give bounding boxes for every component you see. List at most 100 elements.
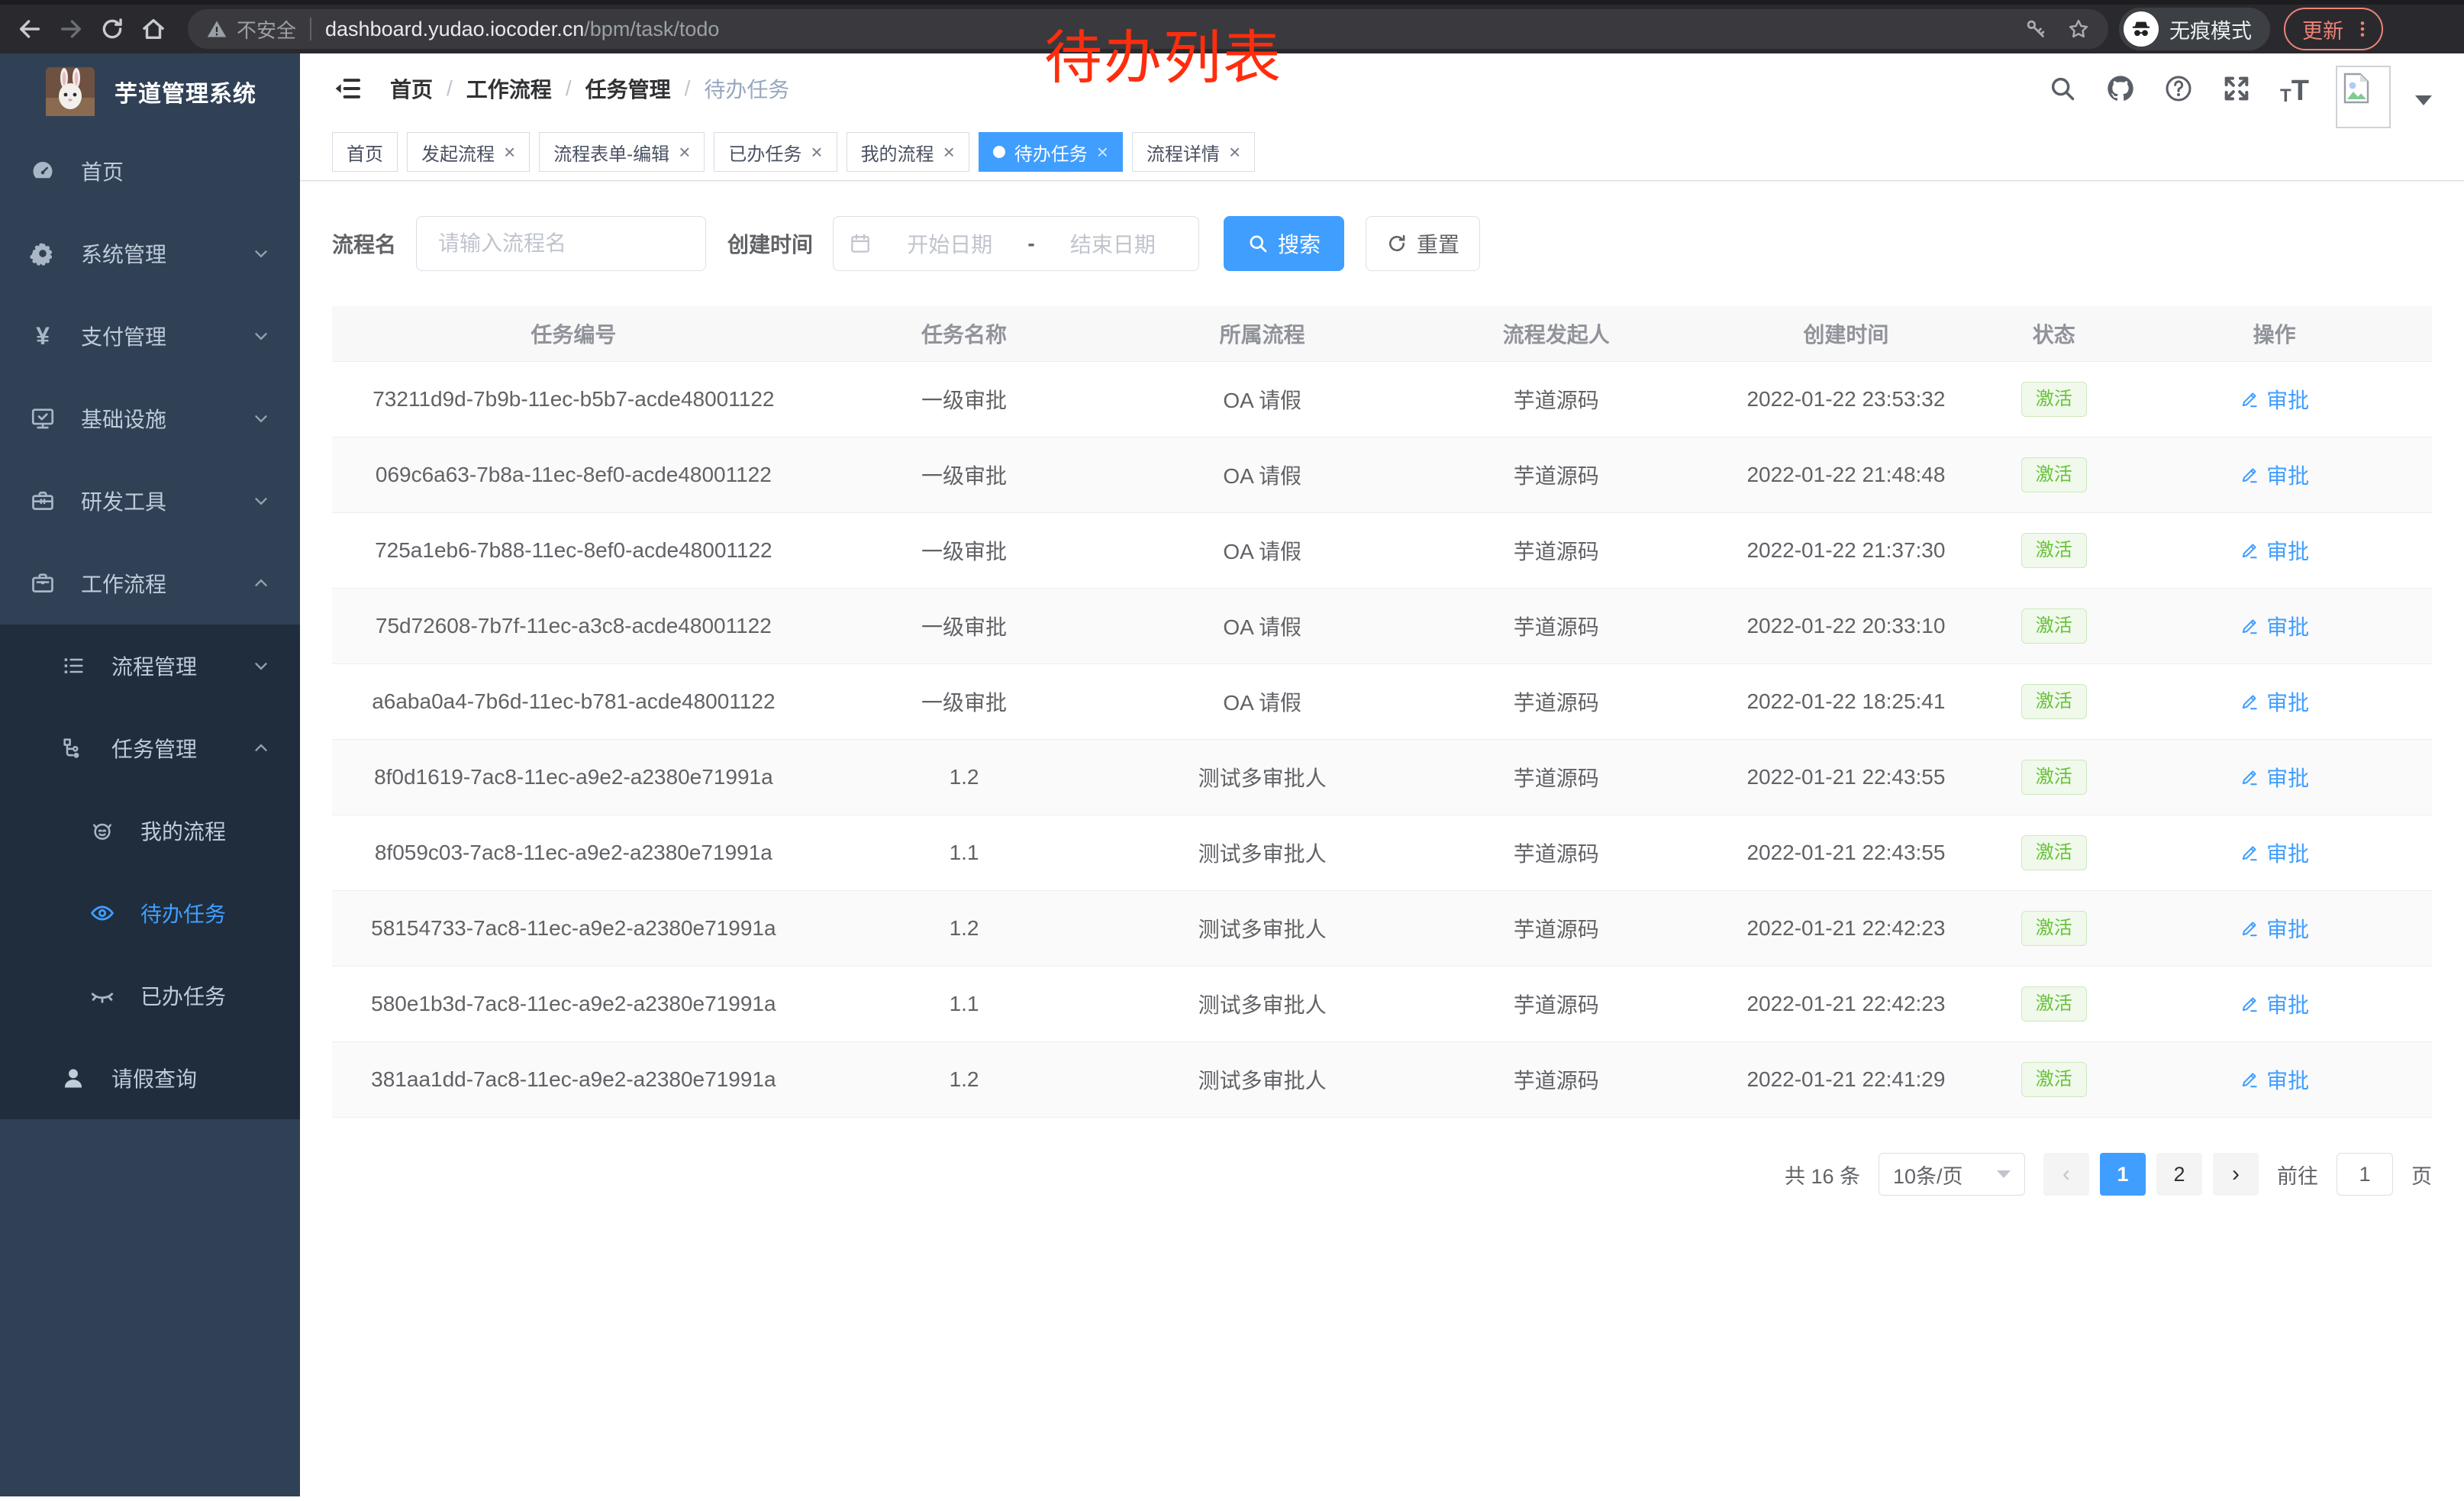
help-button[interactable]	[2162, 72, 2195, 105]
kebab-menu-icon[interactable]	[2353, 19, 2372, 39]
date-range-picker[interactable]: 开始日期 - 结束日期	[833, 216, 1199, 271]
column-header-created: 创建时间	[1701, 318, 1992, 349]
process-name-input[interactable]	[416, 216, 706, 271]
tab-start-process[interactable]: 发起流程	[407, 132, 530, 172]
refresh-icon	[1386, 233, 1408, 254]
process-cell: OA 请假	[1113, 460, 1411, 490]
security-warning-icon	[206, 18, 227, 40]
close-tab-icon[interactable]	[1097, 142, 1108, 162]
task-id-cell: 75d72608-7b7f-11ec-a3c8-acde48001122	[332, 614, 815, 638]
close-tab-icon[interactable]	[943, 142, 955, 162]
tab-done-tasks[interactable]: 已办任务	[714, 132, 837, 172]
task-id-cell: 8f059c03-7ac8-11ec-a9e2-a2380e71991a	[332, 841, 815, 865]
chevron-down-icon	[251, 408, 271, 428]
sidebar-item-dev-tools[interactable]: 研发工具	[0, 460, 300, 542]
process-cell: 测试多审批人	[1113, 762, 1411, 792]
breadcrumb-separator: /	[447, 76, 453, 101]
created-cell: 2022-01-22 18:25:41	[1701, 689, 1992, 714]
sidebar-fold-button[interactable]	[332, 73, 363, 104]
bookmark-star-icon[interactable]	[2067, 18, 2090, 40]
sidebar-item-my-process[interactable]: 我的流程	[0, 789, 300, 872]
tab-process-form-edit[interactable]: 流程表单-编辑	[539, 132, 705, 172]
browser-forward-button[interactable]	[53, 11, 89, 47]
sidebar-item-system[interactable]: 系统管理	[0, 212, 300, 295]
breadcrumb-task-management[interactable]: 任务管理	[585, 73, 671, 104]
created-cell: 2022-01-21 22:43:55	[1701, 765, 1992, 789]
task-name-cell: 1.2	[815, 1067, 1114, 1092]
sidebar-item-leave-query[interactable]: 请假查询	[0, 1037, 300, 1119]
main-area: 首页 / 工作流程 / 任务管理 / 待办任务	[300, 53, 2464, 1496]
chevron-down-icon	[251, 491, 271, 511]
task-name-cell: 一级审批	[815, 384, 1114, 415]
approve-link[interactable]: 审批	[2240, 838, 2309, 868]
close-tab-icon[interactable]	[504, 142, 515, 162]
edit-pencil-icon	[2240, 767, 2259, 787]
created-cell: 2022-01-22 20:33:10	[1701, 614, 1992, 638]
search-button[interactable]: 搜索	[1224, 216, 1344, 271]
tab-home[interactable]: 首页	[332, 132, 398, 172]
breadcrumb-home[interactable]: 首页	[390, 73, 433, 104]
page-size-select[interactable]: 10条/页	[1879, 1153, 2025, 1196]
password-key-icon[interactable]	[2024, 18, 2047, 40]
sidebar-item-label: 基础设施	[81, 403, 166, 434]
table-row: 8f059c03-7ac8-11ec-a9e2-a2380e71991a 1.1…	[332, 815, 2432, 891]
avatar-dropdown-caret[interactable]	[2415, 95, 2432, 105]
reset-button[interactable]: 重置	[1366, 216, 1480, 271]
github-link[interactable]	[2104, 72, 2137, 105]
sidebar-item-workflow[interactable]: 工作流程	[0, 542, 300, 625]
close-tab-icon[interactable]	[1229, 142, 1240, 162]
avatar[interactable]	[2336, 66, 2391, 128]
sidebar-item-label: 支付管理	[81, 321, 166, 351]
toolbox-icon	[29, 487, 56, 515]
sidebar-item-home[interactable]: 首页	[0, 130, 300, 212]
tab-my-process[interactable]: 我的流程	[847, 132, 969, 172]
task-name-cell: 一级审批	[815, 686, 1114, 717]
approve-link[interactable]: 审批	[2240, 611, 2309, 641]
header-search-button[interactable]	[2046, 72, 2079, 105]
goto-page-input[interactable]	[2337, 1153, 2393, 1196]
approve-link[interactable]: 审批	[2240, 1064, 2309, 1095]
close-tab-icon[interactable]	[679, 142, 690, 162]
created-cell: 2022-01-22 23:53:32	[1701, 387, 1992, 412]
initiator-cell: 芋道源码	[1411, 989, 1701, 1019]
sidebar-item-done-tasks[interactable]: 已办任务	[0, 954, 300, 1037]
approve-link[interactable]: 审批	[2240, 762, 2309, 792]
edit-pencil-icon	[2240, 918, 2259, 938]
sidebar-item-infrastructure[interactable]: 基础设施	[0, 377, 300, 460]
app-logo-row[interactable]: 芋道管理系统	[0, 53, 300, 130]
browser-reload-button[interactable]	[95, 11, 130, 47]
next-page-button[interactable]: ›	[2213, 1153, 2259, 1196]
approve-link[interactable]: 审批	[2240, 913, 2309, 944]
fullscreen-button[interactable]	[2220, 72, 2253, 105]
prev-page-button[interactable]: ‹	[2043, 1153, 2089, 1196]
chevron-up-icon	[251, 573, 271, 593]
breadcrumb-workflow[interactable]: 工作流程	[466, 73, 552, 104]
sidebar-item-task-management[interactable]: 任务管理	[0, 707, 300, 789]
status-badge: 激活	[2021, 1062, 2087, 1097]
created-cell: 2022-01-22 21:37:30	[1701, 538, 1992, 563]
created-cell: 2022-01-21 22:42:23	[1701, 992, 1992, 1016]
edit-pencil-icon	[2240, 843, 2259, 863]
approve-link[interactable]: 审批	[2240, 989, 2309, 1019]
sidebar-item-process-management[interactable]: 流程管理	[0, 625, 300, 707]
browser-back-button[interactable]	[12, 11, 47, 47]
approve-link[interactable]: 审批	[2240, 686, 2309, 717]
table-row: 580e1b3d-7ac8-11ec-a9e2-a2380e71991a 1.1…	[332, 967, 2432, 1042]
close-tab-icon[interactable]	[811, 142, 822, 162]
tab-process-detail[interactable]: 流程详情	[1132, 132, 1255, 172]
sidebar-item-payment[interactable]: 支付管理	[0, 295, 300, 377]
approve-link[interactable]: 审批	[2240, 535, 2309, 566]
page-button-1[interactable]: 1	[2100, 1153, 2146, 1196]
font-size-button[interactable]	[2278, 72, 2311, 105]
breadcrumb: 首页 / 工作流程 / 任务管理 / 待办任务	[390, 73, 789, 104]
tab-todo-tasks[interactable]: 待办任务	[979, 132, 1123, 172]
browser-update-menu[interactable]: 更新	[2284, 8, 2383, 50]
page-button-2[interactable]: 2	[2156, 1153, 2202, 1196]
sidebar-item-todo-tasks[interactable]: 待办任务	[0, 872, 300, 954]
approve-link[interactable]: 审批	[2240, 460, 2309, 490]
browser-home-button[interactable]	[136, 11, 171, 47]
approve-link[interactable]: 审批	[2240, 384, 2309, 415]
status-badge: 激活	[2021, 457, 2087, 492]
initiator-cell: 芋道源码	[1411, 611, 1701, 641]
edit-pencil-icon	[2240, 994, 2259, 1014]
